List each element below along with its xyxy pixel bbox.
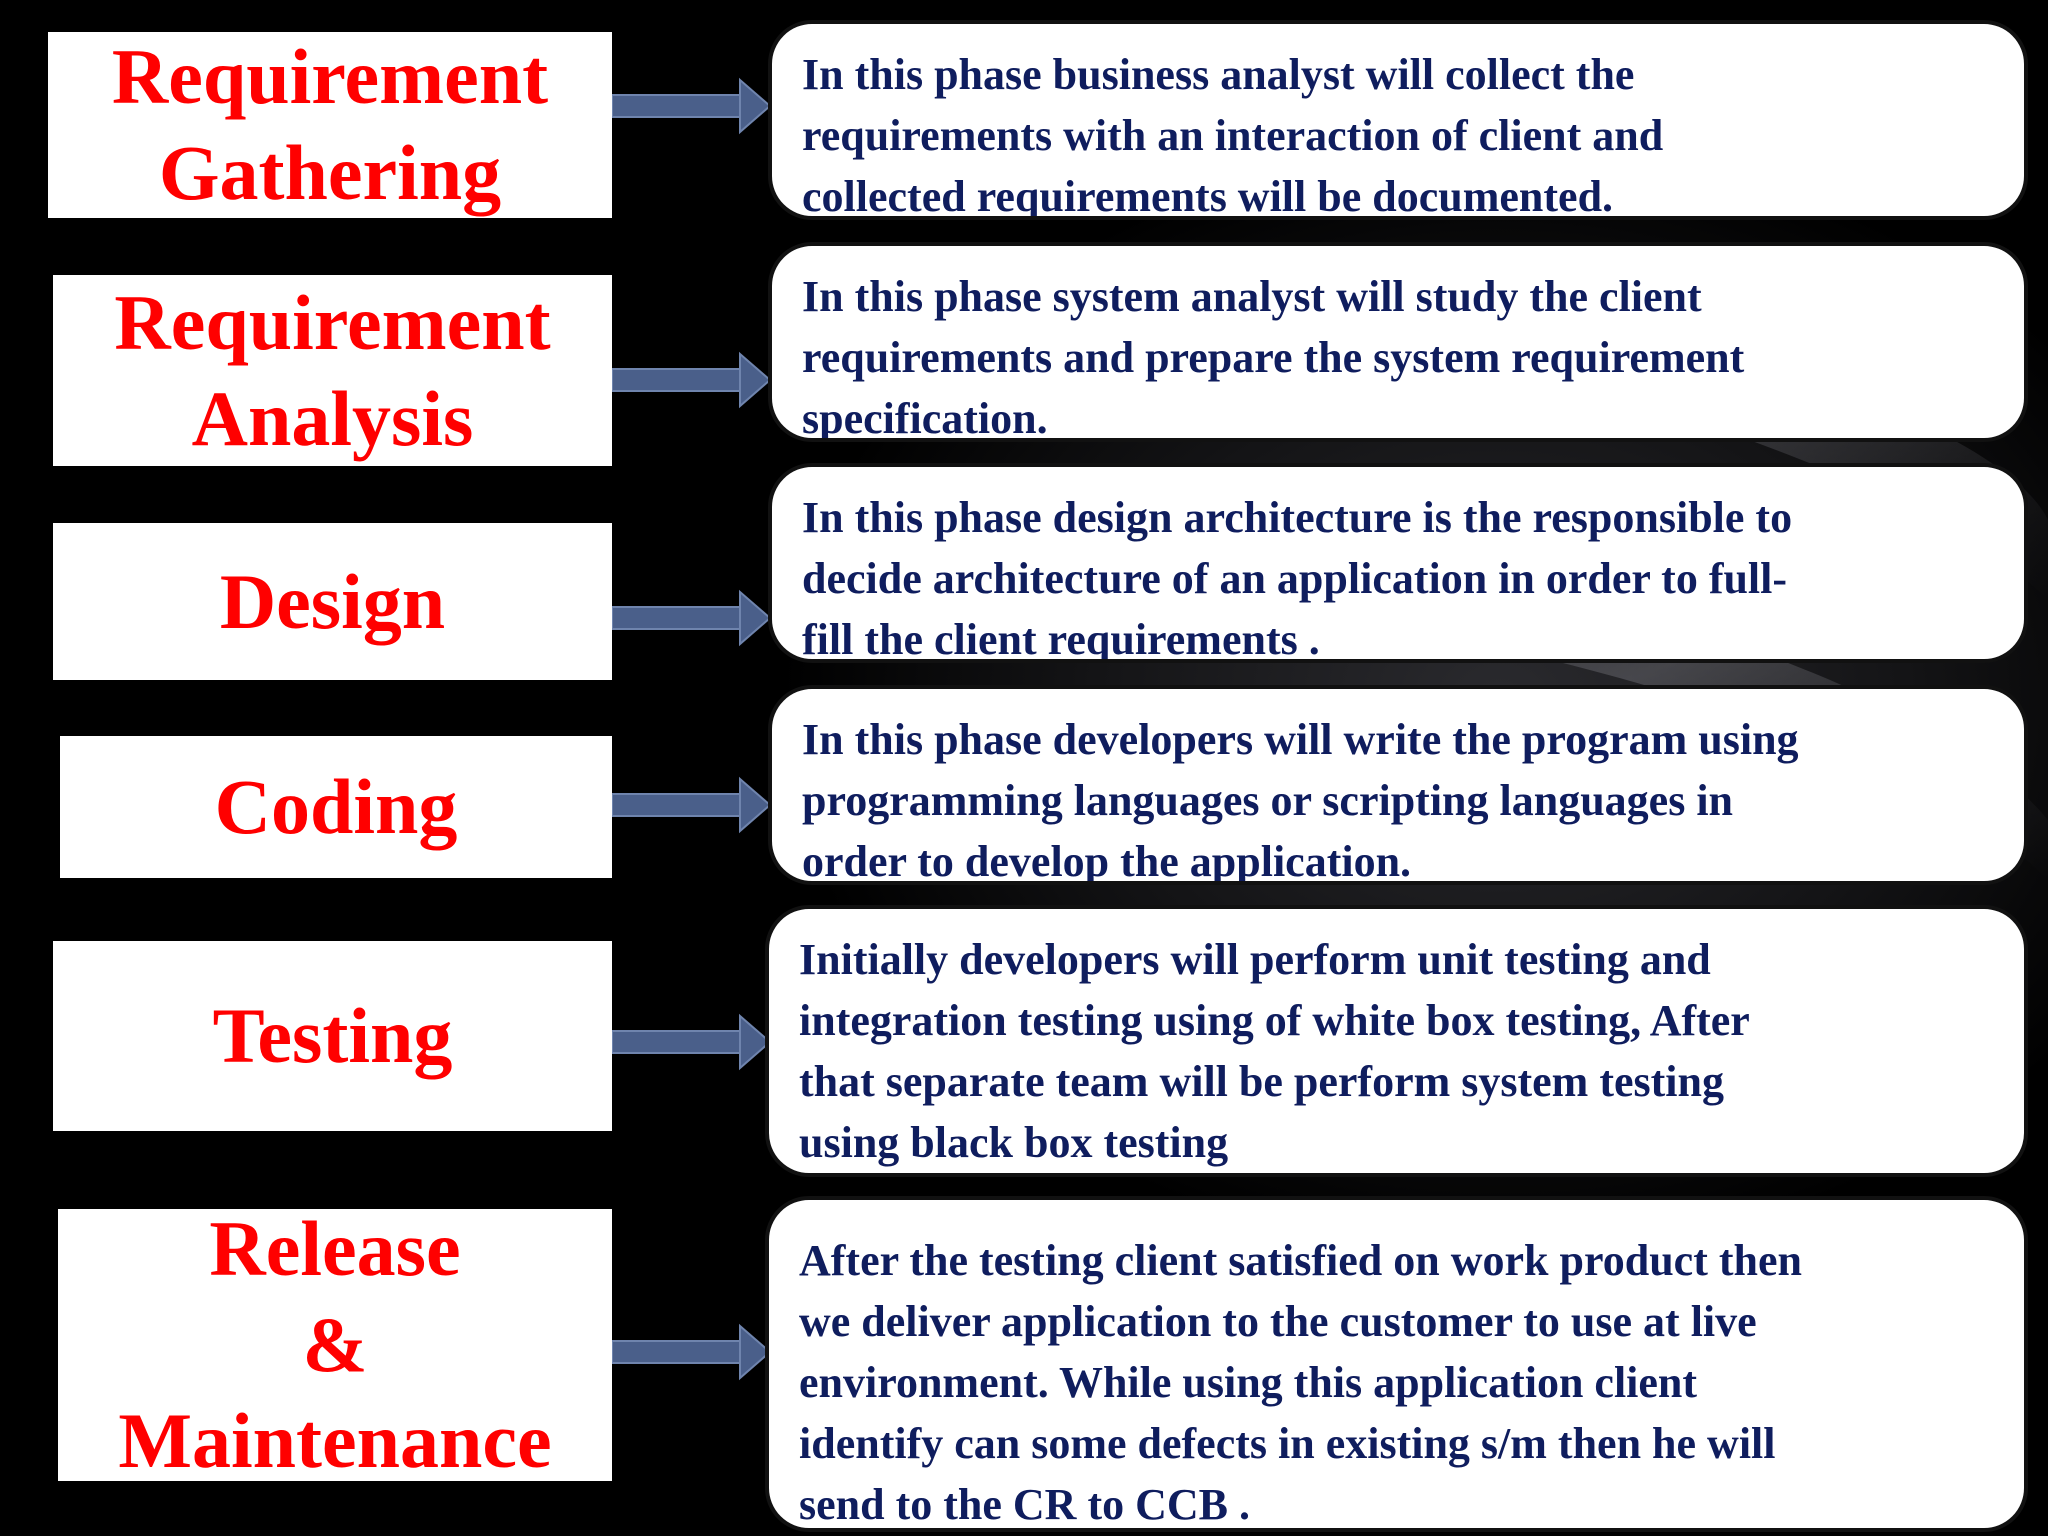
phase-description-release-maintenance: After the testing client satisfied on wo… — [765, 1196, 2028, 1532]
arrow-right-icon — [612, 77, 772, 135]
phase-release-maintenance: Release & Maintenance — [58, 1205, 612, 1484]
phase-description-design: In this phase design architecture is the… — [768, 463, 2028, 663]
phase-title-line: Release — [209, 1205, 461, 1292]
arrow-right-icon — [612, 351, 772, 409]
arrow-right-icon — [612, 589, 772, 647]
phase-description-testing: Initially developers will perform unit t… — [765, 905, 2028, 1177]
phase-design: Design — [53, 523, 612, 680]
arrow-right-icon — [612, 1323, 772, 1381]
phase-title-line: Gathering — [158, 129, 502, 216]
phase-title-line: Coding — [214, 763, 458, 850]
phase-coding: Coding — [60, 736, 612, 878]
phase-requirement-gathering: Requirement Gathering — [48, 32, 612, 218]
phase-title-line: Design — [219, 557, 446, 645]
phase-title-line: Analysis — [191, 374, 474, 462]
phase-description-requirement-analysis: In this phase system analyst will study … — [768, 242, 2028, 442]
phase-testing: Testing — [53, 941, 612, 1131]
arrow-right-icon — [612, 1013, 772, 1071]
phase-title-line: Maintenance — [118, 1397, 552, 1484]
phase-title-line: Testing — [212, 992, 453, 1079]
phase-title-line: Requirement — [111, 33, 549, 120]
phase-description-coding: In this phase developers will write the … — [768, 685, 2028, 885]
phase-title-line: & — [302, 1301, 368, 1388]
phase-title-line: Requirement — [114, 278, 551, 366]
phase-requirement-analysis: Requirement Analysis — [53, 275, 612, 466]
phase-description-requirement-gathering: In this phase business analyst will coll… — [768, 20, 2028, 220]
arrow-right-icon — [612, 776, 772, 834]
